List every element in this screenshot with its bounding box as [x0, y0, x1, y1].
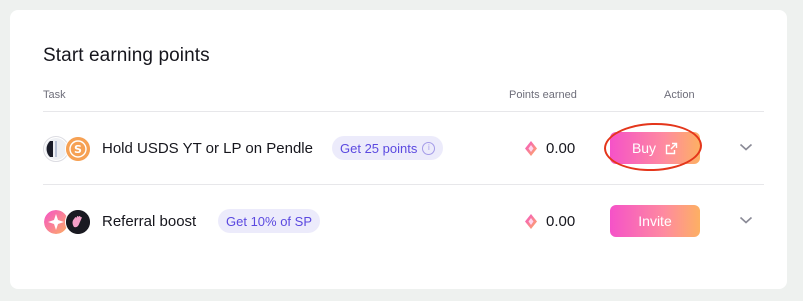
section-title: Start earning points [43, 45, 210, 66]
points-badge: Get 25 points i [332, 136, 444, 160]
chevron-down-icon[interactable] [739, 142, 753, 152]
svg-text:S: S [74, 143, 82, 156]
task-name: Referral boost [102, 213, 197, 230]
invite-button[interactable]: Invite [610, 205, 700, 237]
badge-label: Get 10% of SP [226, 213, 312, 229]
waving-hand-icon [65, 209, 91, 235]
info-icon[interactable]: i [422, 141, 436, 155]
chevron-down-icon[interactable] [739, 215, 753, 225]
column-header-points-earned: Points earned [509, 89, 577, 101]
usds-icon: S [65, 136, 91, 162]
column-header-task: Task [43, 89, 66, 101]
task-icons: S [43, 136, 93, 162]
badge-label: Get 25 points [340, 140, 418, 156]
task-row-referral: Referral boost Get 10% of SP 0.00 Invite [10, 184, 787, 257]
highlight-circle [603, 121, 703, 173]
points-gem-icon [525, 141, 537, 156]
task-row-pendle: S Hold USDS YT or LP on Pendle Get 25 po… [10, 111, 787, 184]
points-earned-value: 0.00 [546, 140, 576, 157]
task-icons [43, 209, 93, 235]
points-earned-value: 0.00 [546, 213, 576, 230]
points-gem-icon [525, 214, 537, 229]
column-header-action: Action [664, 89, 695, 101]
earning-points-card: Start earning points Task Points earned … [10, 10, 787, 289]
task-name: Hold USDS YT or LP on Pendle [102, 140, 313, 157]
points-badge: Get 10% of SP [218, 209, 320, 233]
invite-button-label: Invite [638, 213, 672, 229]
